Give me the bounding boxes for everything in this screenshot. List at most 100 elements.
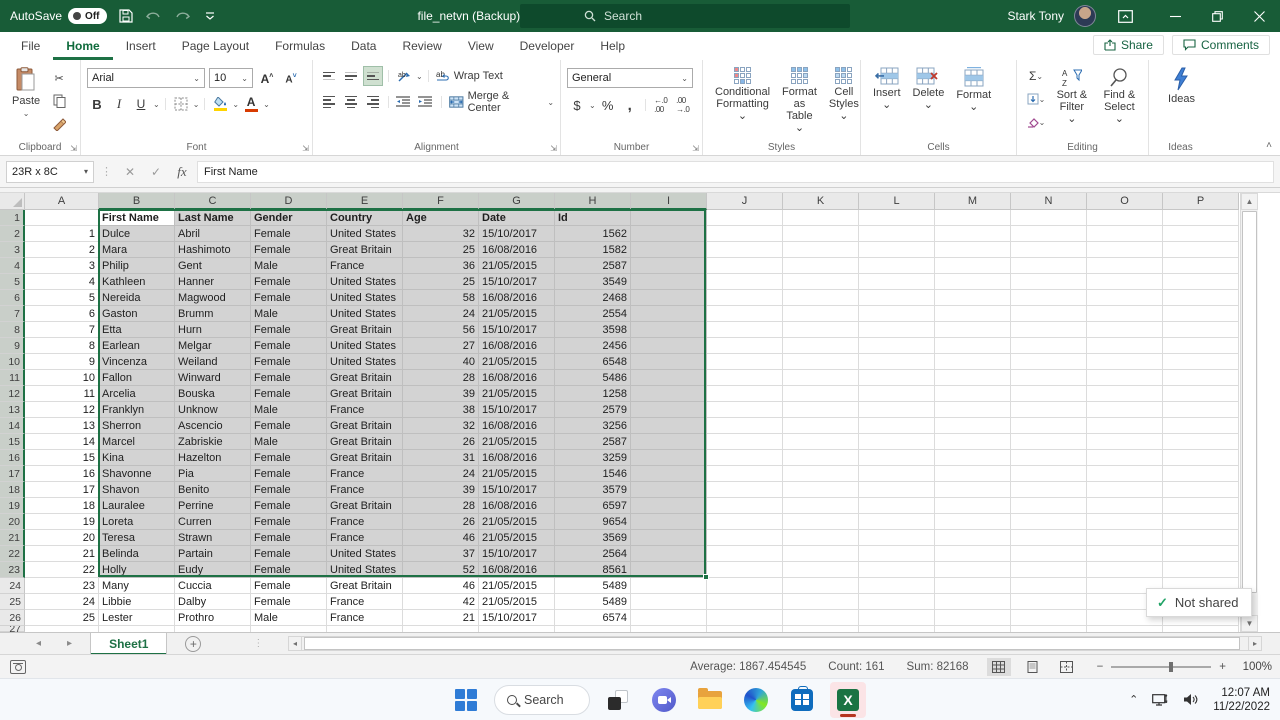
cell-M7[interactable] — [935, 306, 1011, 322]
new-sheet-icon[interactable]: + — [185, 635, 202, 652]
row-header-20[interactable]: 20 — [0, 514, 25, 530]
cell-G11[interactable]: 16/08/2016 — [479, 370, 555, 386]
cell-C7[interactable]: Brumm — [175, 306, 251, 322]
cell-F11[interactable]: 28 — [403, 370, 479, 386]
cell-P21[interactable] — [1163, 530, 1239, 546]
top-align-icon[interactable] — [319, 66, 339, 86]
cell-H1[interactable]: Id — [555, 210, 631, 226]
cell-B6[interactable]: Nereida — [99, 290, 175, 306]
cell-M12[interactable] — [935, 386, 1011, 402]
page-break-view-icon[interactable] — [1055, 658, 1079, 676]
cell-H13[interactable]: 2579 — [555, 402, 631, 418]
cell-O19[interactable] — [1087, 498, 1163, 514]
undo-icon[interactable] — [145, 7, 163, 25]
tab-file[interactable]: File — [8, 32, 53, 60]
cell-P1[interactable] — [1163, 210, 1239, 226]
cell-J5[interactable] — [707, 274, 783, 290]
cell-C3[interactable]: Hashimoto — [175, 242, 251, 258]
cell-M21[interactable] — [935, 530, 1011, 546]
cell-P7[interactable] — [1163, 306, 1239, 322]
cell-D9[interactable]: Female — [251, 338, 327, 354]
cell-E6[interactable]: United States — [327, 290, 403, 306]
cell-I2[interactable] — [631, 226, 707, 242]
cell-L3[interactable] — [859, 242, 935, 258]
cell-J24[interactable] — [707, 578, 783, 594]
tab-page-layout[interactable]: Page Layout — [169, 32, 262, 60]
cell-P15[interactable] — [1163, 434, 1239, 450]
cell-C4[interactable]: Gent — [175, 258, 251, 274]
cell-D12[interactable]: Female — [251, 386, 327, 402]
increase-indent-icon[interactable] — [416, 92, 436, 112]
increase-decimal-icon[interactable]: ←.0.00 — [651, 95, 671, 115]
cell-H4[interactable]: 2587 — [555, 258, 631, 274]
cell-C12[interactable]: Bouska — [175, 386, 251, 402]
cell-F7[interactable]: 24 — [403, 306, 479, 322]
cell-N17[interactable] — [1011, 466, 1087, 482]
cell-L2[interactable] — [859, 226, 935, 242]
task-view-button[interactable] — [600, 682, 636, 718]
cell-O10[interactable] — [1087, 354, 1163, 370]
cell-K11[interactable] — [783, 370, 859, 386]
column-header-e[interactable]: E — [327, 193, 403, 210]
cell-H16[interactable]: 3259 — [555, 450, 631, 466]
cell-B18[interactable]: Shavon — [99, 482, 175, 498]
network-icon[interactable] — [1152, 693, 1169, 707]
cell-C14[interactable]: Ascencio — [175, 418, 251, 434]
cell-O2[interactable] — [1087, 226, 1163, 242]
cell-F16[interactable]: 31 — [403, 450, 479, 466]
cell-A8[interactable]: 7 — [25, 322, 99, 338]
underline-dropdown-icon[interactable]: ⌄ — [153, 100, 160, 109]
cell-P3[interactable] — [1163, 242, 1239, 258]
cell-P5[interactable] — [1163, 274, 1239, 290]
cell-A3[interactable]: 2 — [25, 242, 99, 258]
cell-D1[interactable]: Gender — [251, 210, 327, 226]
cell-N23[interactable] — [1011, 562, 1087, 578]
cell-N22[interactable] — [1011, 546, 1087, 562]
cell-J12[interactable] — [707, 386, 783, 402]
cell-M13[interactable] — [935, 402, 1011, 418]
cell-O5[interactable] — [1087, 274, 1163, 290]
cell-I12[interactable] — [631, 386, 707, 402]
cell-M24[interactable] — [935, 578, 1011, 594]
cell-B19[interactable]: Lauralee — [99, 498, 175, 514]
cell-H22[interactable]: 2564 — [555, 546, 631, 562]
cell-G22[interactable]: 15/10/2017 — [479, 546, 555, 562]
cell-B15[interactable]: Marcel — [99, 434, 175, 450]
cell-H21[interactable]: 3569 — [555, 530, 631, 546]
cell-K24[interactable] — [783, 578, 859, 594]
cell-N21[interactable] — [1011, 530, 1087, 546]
cell-F12[interactable]: 39 — [403, 386, 479, 402]
sheet-nav-right-icon[interactable]: ▸ — [67, 638, 72, 649]
cell-L17[interactable] — [859, 466, 935, 482]
cell-M16[interactable] — [935, 450, 1011, 466]
cell-E9[interactable]: United States — [327, 338, 403, 354]
format-painter-icon[interactable] — [48, 114, 70, 134]
cell-J20[interactable] — [707, 514, 783, 530]
cell-B12[interactable]: Arcelia — [99, 386, 175, 402]
cell-F10[interactable]: 40 — [403, 354, 479, 370]
decrease-indent-icon[interactable] — [394, 92, 414, 112]
align-left-icon[interactable] — [319, 92, 339, 112]
cell-L23[interactable] — [859, 562, 935, 578]
search-box[interactable]: Search — [520, 4, 850, 28]
cell-G20[interactable]: 21/05/2015 — [479, 514, 555, 530]
customize-toolbar-icon[interactable] — [201, 7, 219, 25]
tab-insert[interactable]: Insert — [113, 32, 169, 60]
font-dialog-launcher-icon[interactable]: ⇲ — [302, 144, 309, 153]
scroll-down-icon[interactable]: ▼ — [1241, 615, 1258, 632]
cell-J8[interactable] — [707, 322, 783, 338]
cell-N12[interactable] — [1011, 386, 1087, 402]
conditional-formatting-button[interactable]: Conditional Formatting ⌄ — [709, 64, 776, 125]
accounting-dropdown-icon[interactable]: ⌄ — [589, 101, 596, 110]
cell-I13[interactable] — [631, 402, 707, 418]
cell-E21[interactable]: France — [327, 530, 403, 546]
cell-D2[interactable]: Female — [251, 226, 327, 242]
cell-L13[interactable] — [859, 402, 935, 418]
cell-H6[interactable]: 2468 — [555, 290, 631, 306]
cell-H14[interactable]: 3256 — [555, 418, 631, 434]
edge-button[interactable] — [738, 682, 774, 718]
cell-N20[interactable] — [1011, 514, 1087, 530]
vertical-scroll-thumb[interactable] — [1242, 211, 1257, 593]
cell-G2[interactable]: 15/10/2017 — [479, 226, 555, 242]
cell-C6[interactable]: Magwood — [175, 290, 251, 306]
